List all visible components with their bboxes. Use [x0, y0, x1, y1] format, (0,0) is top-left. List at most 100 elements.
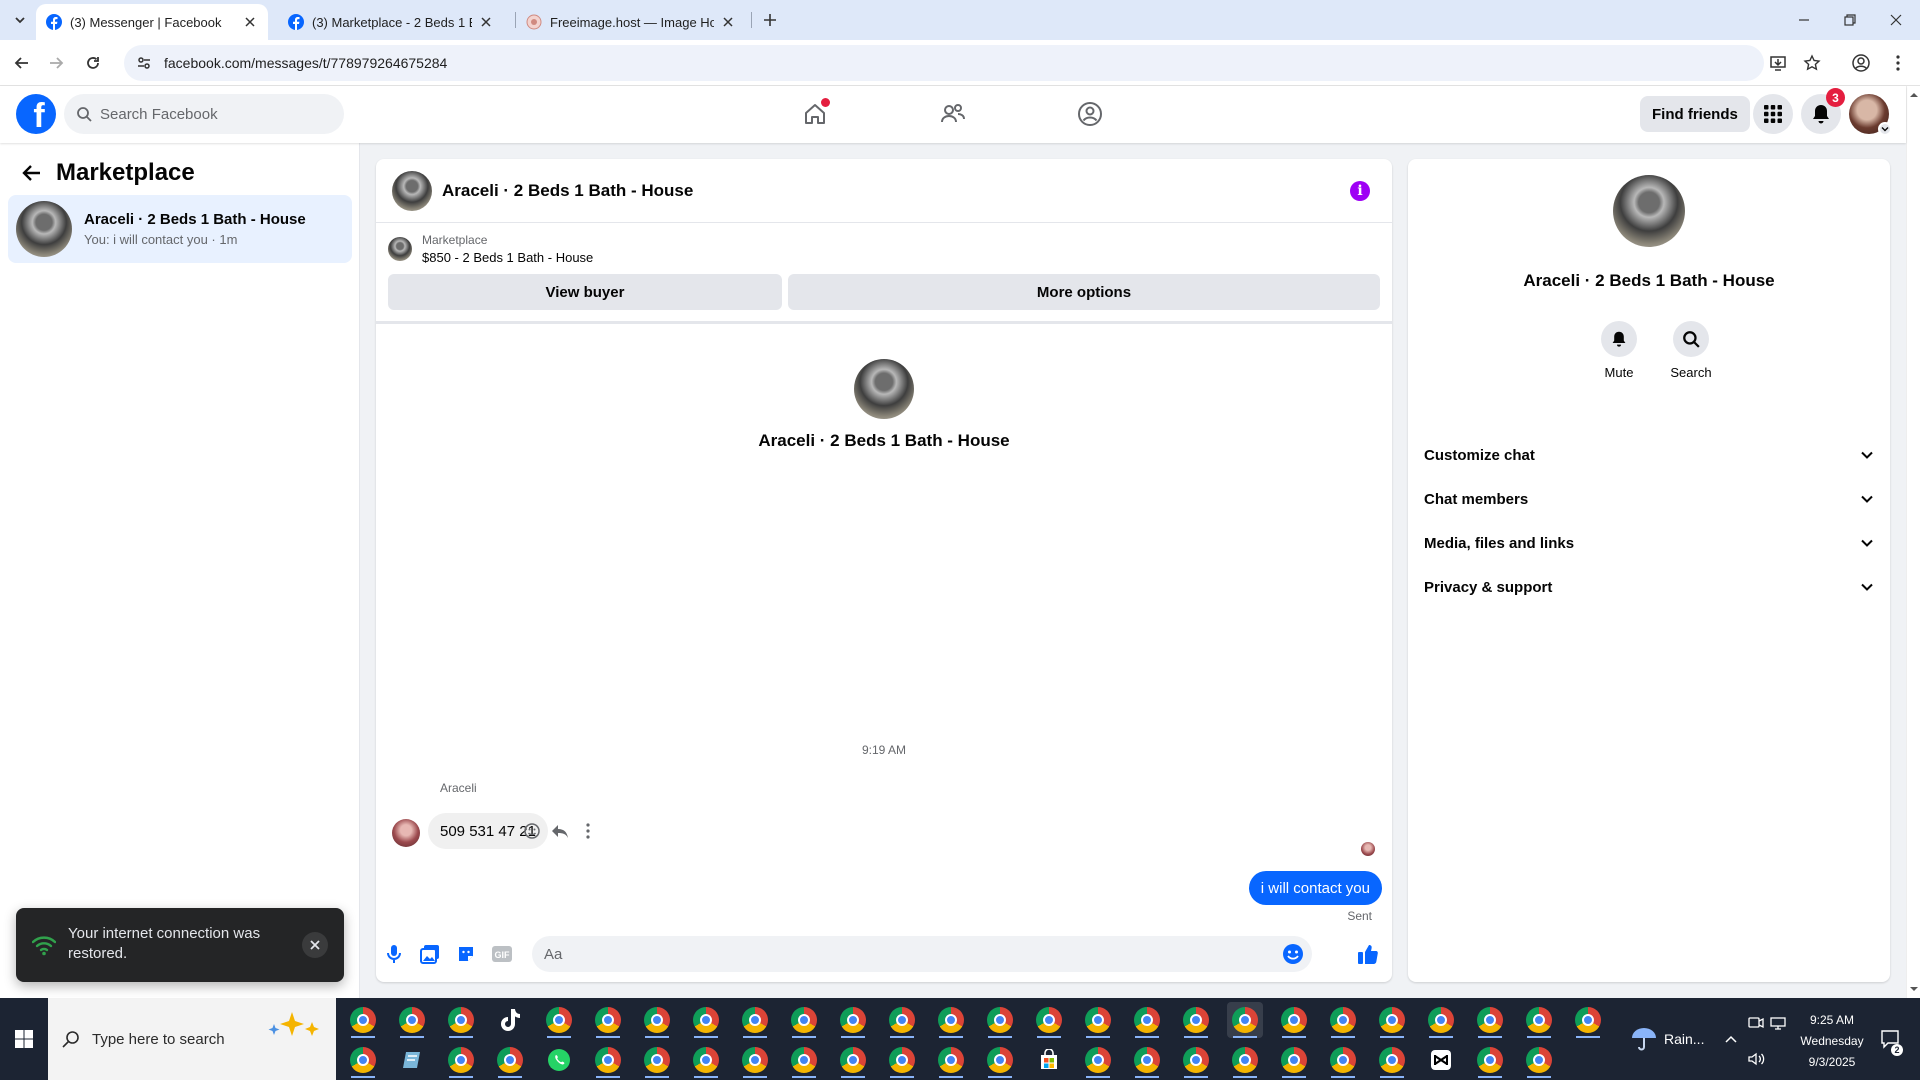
weather-widget[interactable]: Rain...: [1630, 998, 1704, 1080]
scroll-down-icon[interactable]: [1907, 984, 1920, 994]
taskbar-chrome-r2-8[interactable]: [786, 1042, 822, 1078]
taskbar-chrome-9[interactable]: [786, 1002, 822, 1038]
bookmark-button[interactable]: [1800, 51, 1824, 75]
gif-button[interactable]: GIF: [490, 942, 514, 966]
taskbar-chrome-r2-6[interactable]: [688, 1042, 724, 1078]
volume-tray[interactable]: [1748, 1018, 1766, 1080]
taskbar-chrome-r2-16[interactable]: [1227, 1042, 1263, 1078]
sender-avatar[interactable]: [392, 819, 420, 847]
close-icon[interactable]: [302, 932, 328, 958]
taskbar-chrome-21[interactable]: [1423, 1002, 1459, 1038]
section-customize-chat[interactable]: Customize chat: [1416, 433, 1882, 477]
taskbar-chrome-r2-17[interactable]: [1276, 1042, 1312, 1078]
chat-header-photo[interactable]: [392, 170, 432, 211]
voice-clip-button[interactable]: [382, 942, 406, 966]
profile-button[interactable]: [1849, 51, 1873, 75]
taskbar-chrome-14[interactable]: [1031, 1002, 1067, 1038]
scroll-up-icon[interactable]: [1907, 90, 1920, 100]
taskbar-chrome-r2-12[interactable]: [982, 1042, 1018, 1078]
taskbar-chrome-4[interactable]: [541, 1002, 577, 1038]
taskbar-clock[interactable]: 9:25 AM Wednesday 9/3/2025: [1790, 1010, 1874, 1073]
taskbar-chrome-5[interactable]: [590, 1002, 626, 1038]
taskbar-chrome-16[interactable]: [1129, 1002, 1165, 1038]
taskbar-chrome-23[interactable]: [1521, 1002, 1557, 1038]
notifications-button[interactable]: 3: [1801, 88, 1845, 134]
account-avatar[interactable]: [1849, 94, 1892, 136]
tab-search-button[interactable]: [8, 8, 32, 32]
attach-photo-button[interactable]: [418, 942, 442, 966]
close-tab-icon[interactable]: [242, 14, 258, 30]
browser-menu-button[interactable]: [1886, 51, 1910, 75]
chat-title[interactable]: Araceli · 2 Beds 1 Bath - House: [442, 181, 693, 201]
taskbar-chrome-r2-5[interactable]: [639, 1042, 675, 1078]
taskbar-chrome-r2-15[interactable]: [1178, 1042, 1214, 1078]
taskbar-chrome-r2-10[interactable]: [884, 1042, 920, 1078]
reload-button[interactable]: [81, 51, 105, 75]
search-icon[interactable]: [1673, 321, 1709, 357]
taskbar-chrome-r2-2[interactable]: [443, 1042, 479, 1078]
taskbar-chrome-r2-13[interactable]: [1080, 1042, 1116, 1078]
message-input-wrapper[interactable]: [532, 936, 1312, 972]
back-button[interactable]: [10, 51, 34, 75]
section-chat-members[interactable]: Chat members: [1416, 477, 1882, 521]
taskbar-app-notes[interactable]: [394, 1042, 430, 1078]
message-more-button[interactable]: [576, 819, 600, 843]
install-app-button[interactable]: [1766, 51, 1790, 75]
minimize-button[interactable]: [1781, 0, 1827, 40]
info-icon[interactable]: i: [1350, 181, 1370, 201]
sticker-button[interactable]: [454, 942, 478, 966]
search-action[interactable]: Search: [1661, 321, 1721, 380]
taskbar-chrome-1[interactable]: [345, 1002, 381, 1038]
find-friends-button[interactable]: Find friends: [1640, 96, 1750, 132]
nav-home[interactable]: [759, 94, 871, 134]
taskbar-chrome-2[interactable]: [394, 1002, 430, 1038]
browser-tab-messenger[interactable]: (3) Messenger | Facebook: [36, 4, 268, 40]
mute-action[interactable]: Mute: [1589, 321, 1649, 380]
taskbar-chrome-6[interactable]: [639, 1002, 675, 1038]
taskbar-chrome-22[interactable]: [1472, 1002, 1508, 1038]
taskbar-capcut[interactable]: [1423, 1042, 1459, 1078]
menu-button[interactable]: [1753, 94, 1793, 134]
taskbar-chrome-r2-4[interactable]: [590, 1042, 626, 1078]
section-privacy-support[interactable]: Privacy & support: [1416, 565, 1882, 609]
taskbar-chrome-20[interactable]: [1374, 1002, 1410, 1038]
taskbar-chrome-r2-18[interactable]: [1325, 1042, 1361, 1078]
facebook-search[interactable]: [64, 94, 344, 134]
taskbar-chrome-active[interactable]: [1227, 1002, 1263, 1038]
taskbar-chrome-r2-21[interactable]: [1521, 1042, 1557, 1078]
conversation-item[interactable]: Araceli · 2 Beds 1 Bath - House You: i w…: [8, 195, 352, 263]
taskbar-chrome-r2-7[interactable]: [737, 1042, 773, 1078]
search-input[interactable]: [100, 105, 320, 123]
start-button[interactable]: [0, 998, 48, 1080]
taskbar-whatsapp[interactable]: [541, 1042, 577, 1078]
profile-photo[interactable]: [1613, 175, 1685, 247]
site-info-icon[interactable]: [134, 53, 154, 73]
taskbar-chrome-r2-3[interactable]: [492, 1042, 528, 1078]
show-hidden-icons[interactable]: [1724, 998, 1738, 1080]
like-button[interactable]: [1356, 942, 1380, 966]
taskbar-chrome-17[interactable]: [1178, 1002, 1214, 1038]
taskbar-tiktok[interactable]: [492, 1002, 528, 1038]
new-tab-button[interactable]: [758, 8, 782, 32]
restore-button[interactable]: [1827, 0, 1873, 40]
taskbar-chrome-r2-19[interactable]: [1374, 1042, 1410, 1078]
taskbar-chrome-r2-11[interactable]: [933, 1042, 969, 1078]
taskbar-chrome-10[interactable]: [835, 1002, 871, 1038]
page-scrollbar[interactable]: [1906, 86, 1920, 998]
close-window-button[interactable]: [1873, 0, 1919, 40]
bell-icon[interactable]: [1601, 321, 1637, 357]
taskbar-chrome-12[interactable]: [933, 1002, 969, 1038]
reply-button[interactable]: [548, 819, 572, 843]
taskbar-chrome-r2-9[interactable]: [835, 1042, 871, 1078]
taskbar-store[interactable]: [1031, 1042, 1067, 1078]
taskbar-chrome-19[interactable]: [1325, 1002, 1361, 1038]
taskbar-chrome-24[interactable]: [1570, 1002, 1606, 1038]
emoji-icon[interactable]: [1282, 943, 1304, 965]
taskbar-chrome-r2-1[interactable]: [345, 1042, 381, 1078]
taskbar-chrome-3[interactable]: [443, 1002, 479, 1038]
action-center-button[interactable]: 2: [1880, 998, 1903, 1080]
close-tab-icon[interactable]: [720, 14, 736, 30]
taskbar-chrome-8[interactable]: [737, 1002, 773, 1038]
back-arrow-button[interactable]: [16, 157, 48, 189]
section-media-files-links[interactable]: Media, files and links: [1416, 521, 1882, 565]
